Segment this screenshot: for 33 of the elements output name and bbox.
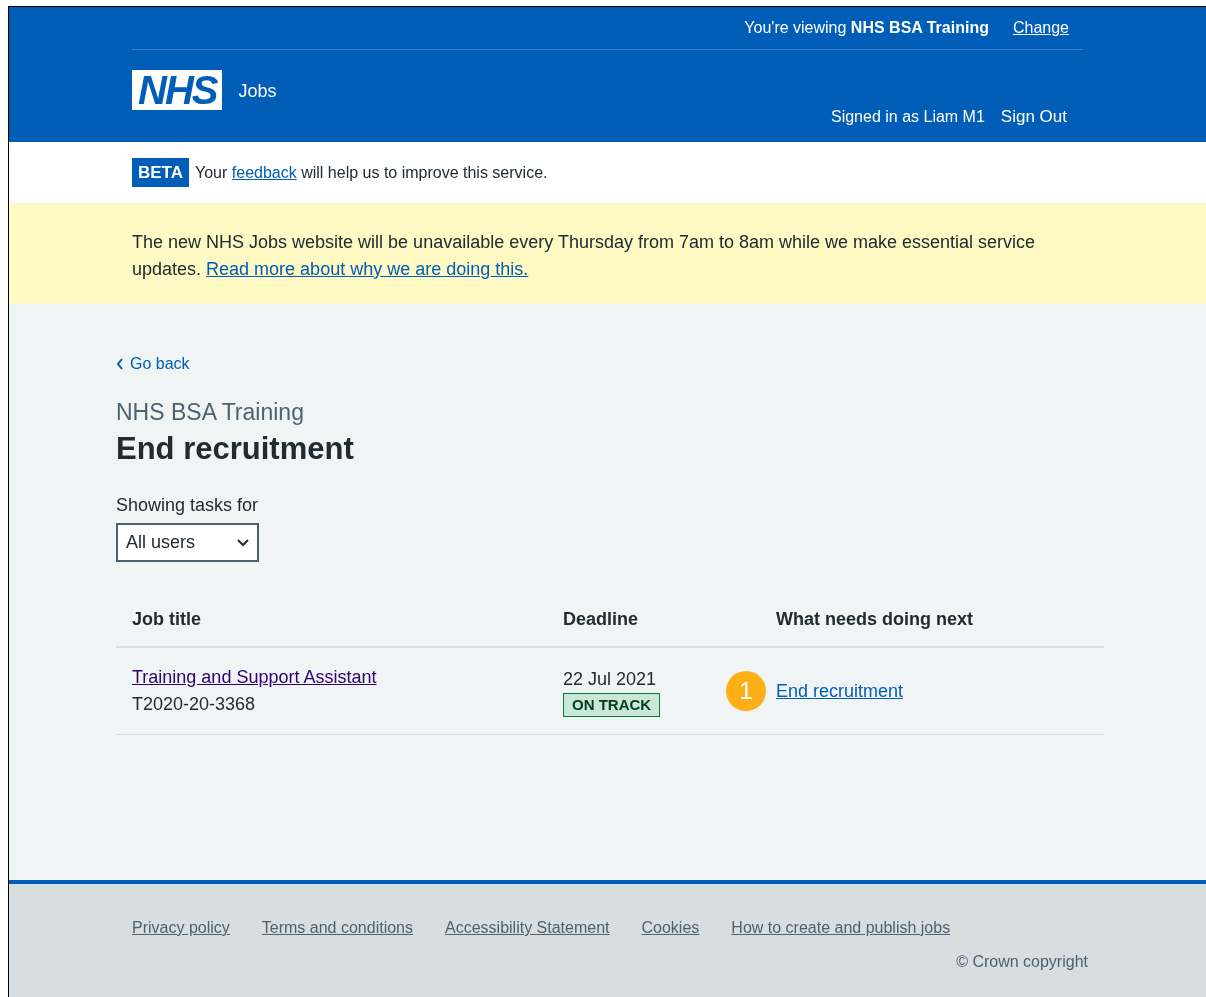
- job-reference: T2020-20-3368: [132, 693, 256, 717]
- column-header: What needs doing next: [776, 608, 973, 629]
- service-name[interactable]: Jobs: [238, 78, 277, 105]
- column-header: Deadline: [563, 608, 639, 629]
- filter-label: Showing tasks for: [116, 494, 260, 518]
- end-recruitment-link[interactable]: End recruitment: [776, 677, 904, 705]
- status-tag: ON TRACK: [563, 692, 661, 717]
- deadline-date: 22 Jul 2021: [563, 667, 657, 691]
- column-header: Job title: [132, 608, 201, 629]
- job-title-link[interactable]: Training and Support Assistant: [132, 664, 377, 692]
- signed-in-text: Signed in as Liam M1: [831, 106, 985, 127]
- nhs-logo[interactable]: NHS: [132, 70, 223, 110]
- change-link[interactable]: Change: [1012, 16, 1069, 40]
- chevron-left-icon: [116, 358, 124, 370]
- copyright-text: © Crown copyright: [956, 952, 1088, 972]
- sign-out-link[interactable]: Sign Out: [1000, 104, 1067, 130]
- go-back-link[interactable]: Go back: [116, 352, 190, 376]
- read-more-link[interactable]: Read more about why we are doing this.: [206, 259, 529, 279]
- service-notice: The new NHS Jobs website will be unavailable every Thursday from 7am to 8am while we make essential service updates. Read more about why we are doing this.: [132, 231, 1037, 281]
- footer-link[interactable]: Cookies: [641, 916, 700, 940]
- viewing-organisation-text: You're viewing NHS BSA Training: [744, 18, 989, 38]
- footer-link[interactable]: Privacy policy: [132, 916, 230, 940]
- users-select[interactable]: All users: [116, 523, 259, 563]
- feedback-link[interactable]: feedback: [231, 163, 297, 181]
- page-caption: NHS BSA Training: [116, 398, 305, 427]
- beta-tag: BETA: [132, 157, 189, 188]
- footer-link[interactable]: Accessibility Statement: [445, 916, 610, 940]
- step-marker: 1: [726, 671, 766, 712]
- feedback-text: Your feedback will help us to improve this service.: [195, 162, 548, 183]
- footer-link[interactable]: Terms and conditions: [261, 916, 413, 940]
- footer-link[interactable]: How to create and publish jobs: [731, 916, 951, 940]
- chevron-down-icon: [237, 538, 249, 547]
- page-heading: End recruitment: [116, 429, 355, 468]
